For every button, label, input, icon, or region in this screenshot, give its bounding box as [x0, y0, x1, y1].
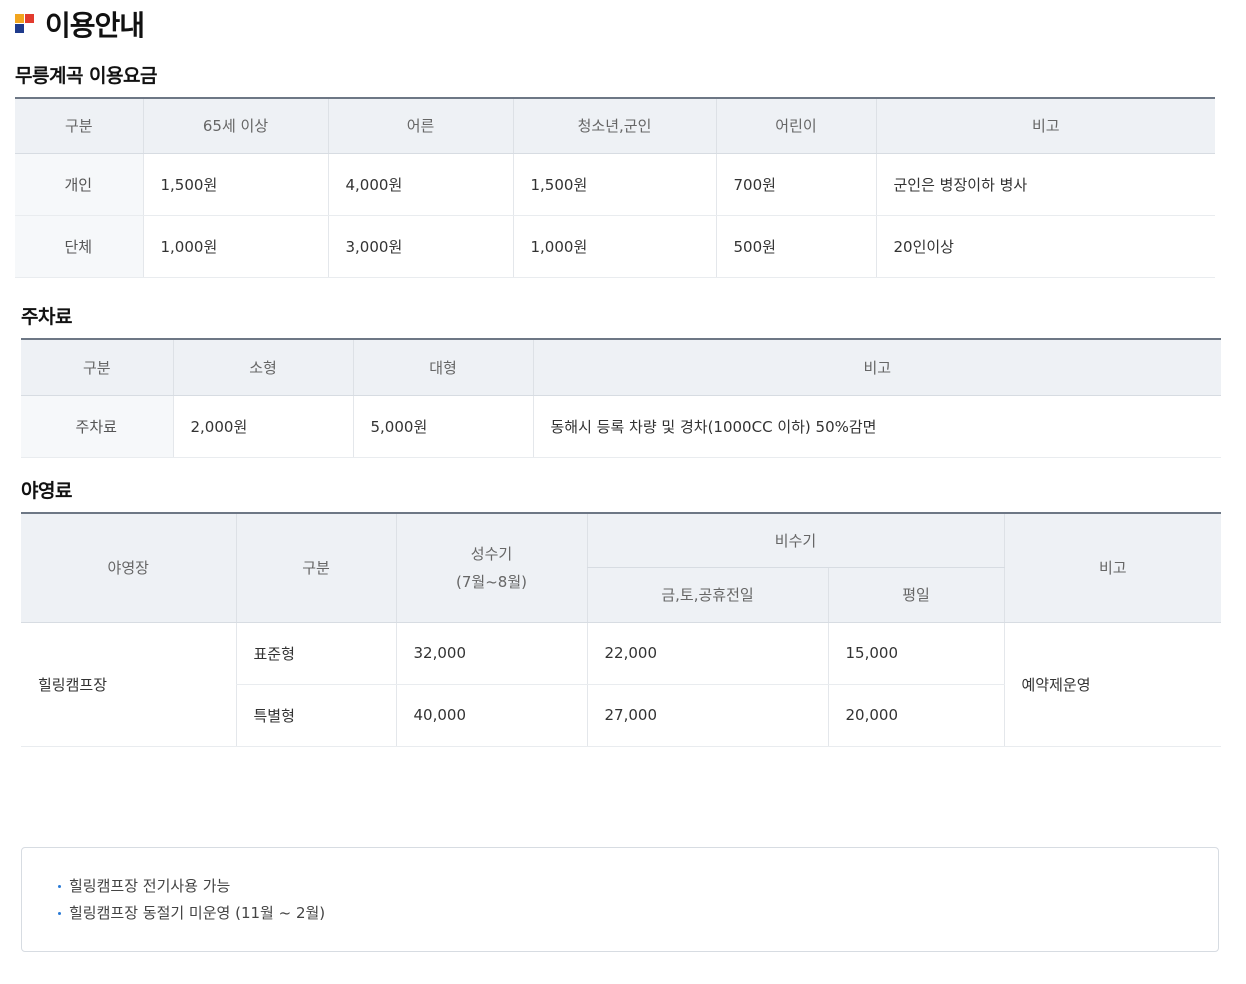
parking-cell: 2,000원 — [172, 395, 353, 458]
camping-cell: 40,000 — [395, 684, 587, 747]
fee-cell: 1,500원 — [512, 153, 716, 216]
parking-row-label: 주차료 — [21, 395, 173, 458]
parking-header-large: 대형 — [352, 338, 533, 396]
camping-header-offpeak-weekend: 금,토,공휴전일 — [586, 567, 828, 623]
parking-header-small: 소형 — [172, 338, 353, 396]
fee-cell: 1,500원 — [142, 153, 328, 216]
parking-table: 구분 소형 대형 비고 주차료 2,000원 5,000원 동해시 등록 차량 … — [21, 338, 1221, 458]
camping-header-offpeak-weekday: 평일 — [827, 567, 1004, 623]
camping-header-peak-period: (7월~8월) — [456, 572, 527, 591]
camping-header-offpeak: 비수기 — [586, 512, 1004, 568]
list-item: 힐링캠프장 전기사용 가능 — [58, 876, 1218, 903]
camping-cell: 20,000 — [827, 684, 1004, 747]
fee-cell: 4,000원 — [327, 153, 513, 216]
page-header: 이용안내 — [15, 4, 145, 44]
camping-header-note: 비고 — [1003, 512, 1221, 623]
bullet-icon — [58, 912, 61, 915]
notice-text: 힐링캠프장 동절기 미운영 (11월 ~ 2월) — [69, 904, 326, 922]
fee-header-child: 어린이 — [715, 97, 876, 154]
camping-type-cell: 표준형 — [235, 622, 396, 685]
table-row: 힐링캠프장 표준형 32,000 22,000 15,000 예약제운영 — [21, 622, 1221, 747]
fee-note-cell: 20인이상 — [875, 215, 1215, 278]
fee-header-note: 비고 — [875, 97, 1215, 154]
fee-cell: 500원 — [715, 215, 876, 278]
notice-box: 힐링캠프장 전기사용 가능 힐링캠프장 동절기 미운영 (11월 ~ 2월) — [21, 847, 1219, 952]
table-row: 단체 1,000원 3,000원 1,000원 500원 20인이상 — [15, 215, 1215, 278]
fee-header-adult: 어른 — [327, 97, 513, 154]
camping-type-cell: 특별형 — [235, 684, 396, 747]
fee-note-cell: 군인은 병장이하 병사 — [875, 153, 1215, 216]
parking-note-cell: 동해시 등록 차량 및 경차(1000CC 이하) 50%감면 — [532, 395, 1221, 458]
notice-list: 힐링캠프장 전기사용 가능 힐링캠프장 동절기 미운영 (11월 ~ 2월) — [22, 848, 1218, 930]
fee-header-youth: 청소년,군인 — [512, 97, 716, 154]
fee-row-label: 개인 — [15, 153, 143, 216]
table-row: 개인 1,500원 4,000원 1,500원 700원 군인은 병장이하 병사 — [15, 153, 1215, 216]
camping-site-name: 힐링캠프장 — [21, 622, 236, 747]
table-row: 주차료 2,000원 5,000원 동해시 등록 차량 및 경차(1000CC … — [21, 395, 1221, 458]
camping-table: 야영장 구분 성수기 (7월~8월) 비수기 비고 금,토,공휴전일 평일 힐링… — [21, 512, 1221, 747]
camping-header-site: 야영장 — [21, 512, 236, 623]
parking-header-note: 비고 — [532, 338, 1221, 396]
squares-logo-icon — [15, 14, 35, 34]
bullet-icon — [58, 885, 61, 888]
fee-cell: 3,000원 — [327, 215, 513, 278]
camping-header-type: 구분 — [235, 512, 396, 623]
parking-header-category: 구분 — [21, 338, 173, 396]
camping-header-peak: 성수기 (7월~8월) — [395, 512, 587, 623]
fee-row-label: 단체 — [15, 215, 143, 278]
fee-cell: 1,000원 — [512, 215, 716, 278]
camping-section-title: 야영료 — [21, 480, 72, 502]
camping-header-peak-label: 성수기 — [470, 544, 513, 563]
fee-header-senior: 65세 이상 — [142, 97, 328, 154]
fee-table: 구분 65세 이상 어른 청소년,군인 어린이 비고 개인 1,500원 4,0… — [15, 97, 1215, 278]
page-title: 이용안내 — [45, 9, 145, 42]
parking-cell: 5,000원 — [352, 395, 533, 458]
fee-cell: 1,000원 — [142, 215, 328, 278]
fee-section-title: 무릉계곡 이용요금 — [15, 65, 157, 87]
camping-note-cell: 예약제운영 — [1003, 622, 1221, 747]
camping-cell: 27,000 — [586, 684, 828, 747]
notice-text: 힐링캠프장 전기사용 가능 — [69, 877, 231, 895]
camping-cell: 32,000 — [395, 622, 587, 685]
camping-cell: 22,000 — [586, 622, 828, 685]
fee-header-category: 구분 — [15, 97, 143, 154]
parking-section-title: 주차료 — [21, 306, 72, 328]
fee-cell: 700원 — [715, 153, 876, 216]
camping-cell: 15,000 — [827, 622, 1004, 685]
list-item: 힐링캠프장 동절기 미운영 (11월 ~ 2월) — [58, 903, 1218, 930]
